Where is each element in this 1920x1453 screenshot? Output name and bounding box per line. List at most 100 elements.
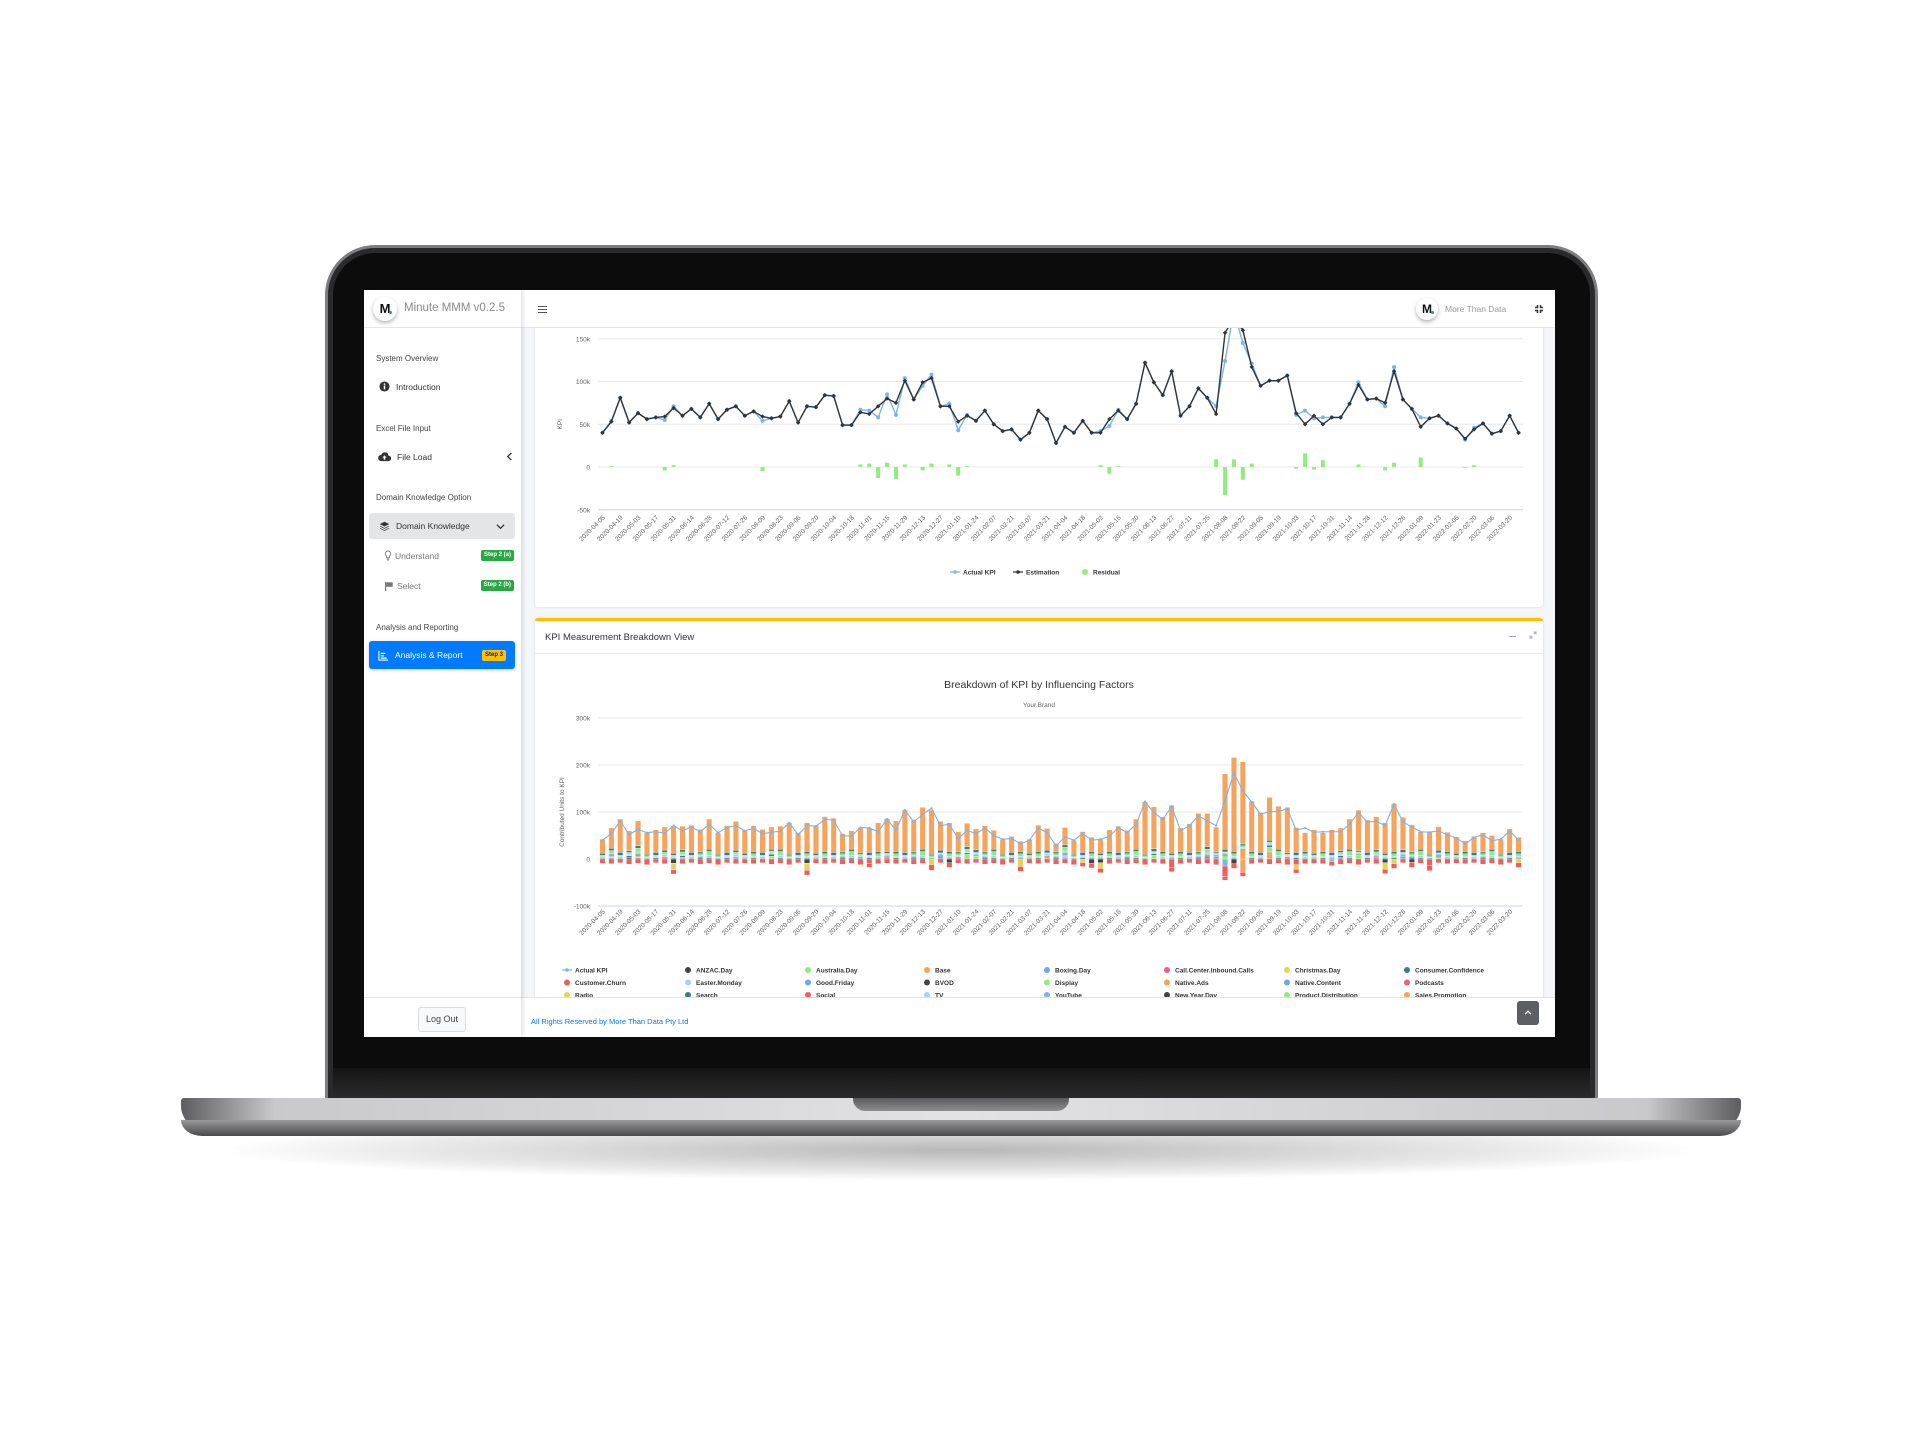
actual-kpi-line [602,771,1519,847]
legend-marker [565,968,569,972]
hamburger-menu-icon[interactable] [538,306,547,313]
stacked-bar-segment [1168,856,1175,859]
stacked-bar-segment [688,858,695,863]
stacked-bar-segment [1417,858,1424,864]
stacked-bar-segment [990,857,997,860]
stacked-bar-segment [644,855,650,858]
stacked-bar-segment [1097,858,1104,863]
stacked-bar-segment [982,851,988,854]
scroll-to-top-button[interactable] [1517,1001,1539,1025]
stacked-bar-segment [821,857,828,860]
stacked-bar-segment [982,855,988,858]
stacked-bar-segment [928,858,935,865]
stacked-bar-segment [1293,869,1300,874]
stacked-bar-segment [1355,855,1362,860]
layers-icon [379,521,390,531]
stacked-bar-segment [1195,853,1202,856]
stacked-bar-segment [1124,851,1131,854]
actual-kpi-point [1339,830,1342,833]
stacked-bar-segment [848,848,855,852]
stacked-bar-segment [679,858,686,864]
sidebar-item-file-load[interactable]: File Load [378,451,513,462]
residual-bar [920,467,925,471]
brand[interactable]: M Minute MMM v0.2.5 [364,290,521,328]
residual-bar [1418,457,1423,467]
estimation-line [601,328,1520,444]
stacked-bar-segment [1133,848,1139,852]
stacked-bar-segment [1364,857,1371,860]
stacked-bar-segment [839,856,846,860]
company-name[interactable]: More Than Data [1445,304,1506,314]
stacked-bar-segment [1097,855,1104,857]
stacked-bar-segment [1231,853,1237,857]
stacked-bar-segment [1391,803,1397,852]
stacked-bar-segment [919,851,926,856]
stacked-bar-segment [964,846,970,850]
logo-lettering: M [1422,302,1432,316]
stacked-bar-segment [1079,858,1086,863]
stacked-bar-segment [1275,857,1282,860]
stacked-bar-segment [999,855,1006,858]
stacked-bar-segment [955,855,962,857]
stacked-bar-segment [1462,857,1469,860]
stacked-bar-segment [955,858,962,864]
stacked-bar-segment [1320,853,1326,857]
actual-kpi-point [1455,836,1458,839]
stacked-bar-segment [1079,852,1086,856]
stacked-bar-segment [866,856,873,858]
stacked-bar-segment [1248,801,1255,852]
stacked-bar-segment [1515,851,1522,854]
sidebar-item-introduction[interactable]: Introduction [379,381,440,392]
stacked-bar-segment [1017,851,1024,854]
stacked-bar-segment [652,857,659,860]
stacked-bar-segment [1408,853,1415,856]
residual-bar [1107,467,1112,474]
stacked-bar-segment [1204,855,1211,857]
stacked-bar-segment [1186,823,1193,853]
stacked-bar-segment [1515,853,1522,857]
stacked-bar-segment [1462,851,1469,854]
logout-button[interactable]: Log Out [418,1007,466,1032]
stacked-bar-segment [1231,863,1237,869]
stacked-bar-segment [670,855,677,857]
stacked-bar-segment [910,858,917,865]
stacked-bar-segment [617,852,624,856]
actual-kpi-point [1303,408,1308,413]
stacked-bar-segment [688,856,695,859]
stacked-bar-segment [1222,854,1228,856]
actual-kpi-point [1179,829,1182,832]
stacked-bar-segment [1444,858,1451,864]
stacked-bar-segment [1088,858,1095,864]
stacked-bar-segment [1062,850,1068,854]
stacked-bar-segment [884,851,890,854]
stacked-bar-segment [973,849,979,853]
stacked-bar-segment [1097,839,1104,854]
stacked-bar-segment [777,848,784,852]
stacked-bar-segment [1284,852,1291,855]
compress-icon[interactable] [1534,304,1544,314]
actual-kpi-point [1107,423,1112,428]
stacked-bar-segment [1506,852,1513,856]
legend-label: Actual KPI [963,569,996,576]
stacked-bar-segment [1453,856,1460,859]
sidebar-item-analysis-report[interactable]: Analysis & Report Step 3 [369,641,515,669]
stacked-bar-segment [1222,855,1228,860]
stacked-bar-segment [1284,854,1291,856]
footer-copyright-link[interactable]: All Rights Reserved by More Than Data Pt… [531,1017,688,1026]
actual-kpi-point [654,830,657,833]
stacked-bar-segment [1053,858,1059,865]
sidebar-item-select[interactable]: Select Step 2 (b) [384,580,514,591]
stacked-bar-segment [1195,856,1202,860]
stacked-bar-segment [1159,851,1166,854]
stacked-bar-segment [1337,850,1344,853]
stacked-bar-segment [1382,869,1388,874]
stacked-bar-segment [1053,851,1059,854]
sidebar-item-understand[interactable]: Understand Step 2 (a) [384,550,514,561]
legend-label: Call.Center.Inbound.Calls [1175,967,1254,974]
chart-icon [378,650,389,661]
sidebar-item-domain-knowledge[interactable]: Domain Knowledge [369,513,515,539]
stacked-bar-segment [750,858,757,864]
stacked-bar-segment [910,851,917,854]
stacked-bar-segment [866,858,873,864]
stacked-bar-segment [706,858,713,864]
